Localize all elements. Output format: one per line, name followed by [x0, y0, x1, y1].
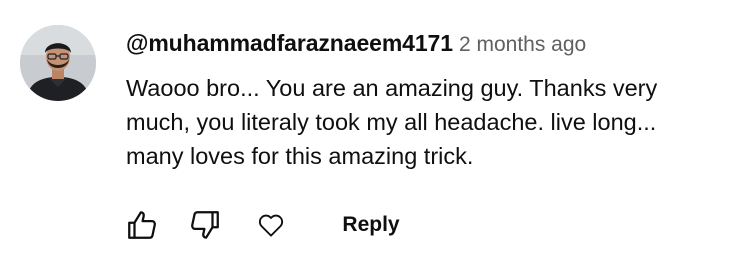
- reply-button[interactable]: Reply: [333, 203, 409, 247]
- avatar[interactable]: [20, 25, 96, 101]
- dislike-button[interactable]: [183, 203, 227, 247]
- heart-icon: [258, 214, 284, 237]
- comment-thread: @muhammadfaraznaeem4171 2 months ago Waoo…: [0, 0, 750, 258]
- comment-text: Waooo bro... You are an amazing guy. Tha…: [126, 71, 738, 173]
- user-avatar-icon: [20, 25, 96, 101]
- comment-text-line: Waooo bro... You are an amazing guy. Tha…: [126, 75, 658, 101]
- thumbs-down-icon: [191, 211, 219, 239]
- comment-header: @muhammadfaraznaeem4171 2 months ago: [126, 28, 586, 62]
- like-button[interactable]: [120, 203, 164, 247]
- heart-button[interactable]: [251, 203, 291, 247]
- comment-actions: Reply: [120, 203, 440, 247]
- comment-text-line: many loves for this amazing trick.: [126, 143, 474, 169]
- comment-timestamp[interactable]: 2 months ago: [459, 33, 586, 56]
- comment-text-line: much, you literaly took my all headache.…: [126, 109, 657, 135]
- comment-author[interactable]: @muhammadfaraznaeem4171: [126, 30, 453, 56]
- thumbs-up-icon: [128, 211, 156, 239]
